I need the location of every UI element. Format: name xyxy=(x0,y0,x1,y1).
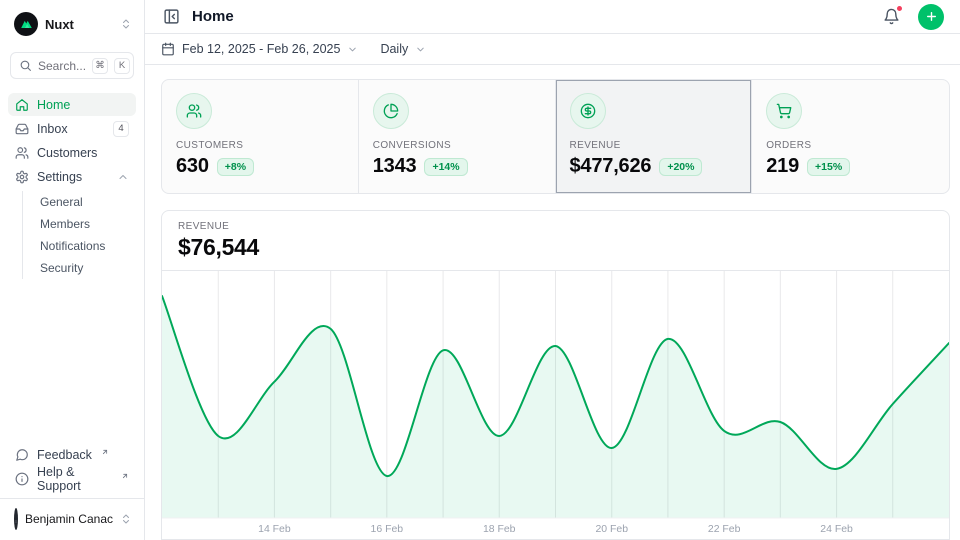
chevron-up-icon xyxy=(117,171,129,183)
kbd-k: K xyxy=(114,58,130,74)
stat-card-orders[interactable]: ORDERS 219 +15% xyxy=(752,80,949,193)
sidebar-item-label: Inbox xyxy=(37,122,68,136)
page-title: Home xyxy=(192,8,871,25)
sidebar-item-label: Settings xyxy=(37,170,82,184)
shopping-cart-icon xyxy=(766,93,802,129)
stat-label: REVENUE xyxy=(570,140,738,151)
gear-icon xyxy=(15,170,29,184)
sidebar-item-security[interactable]: Security xyxy=(34,257,136,279)
dashboard-content: CUSTOMERS 630 +8% CONVERSIONS 1343 +14% xyxy=(145,65,960,540)
revenue-chart-card: REVENUE $76,544 14 Feb 16 Feb 18 Feb 20 Feb… xyxy=(161,210,950,540)
feedback-link[interactable]: Feedback xyxy=(8,443,136,466)
sidebar-item-home[interactable]: Home xyxy=(8,93,136,116)
svg-text:24 Feb: 24 Feb xyxy=(820,524,853,535)
notifications-button[interactable] xyxy=(881,6,902,27)
dollar-circle-icon xyxy=(570,93,606,129)
stats-row: CUSTOMERS 630 +8% CONVERSIONS 1343 +14% xyxy=(161,79,950,194)
inbox-icon xyxy=(15,122,29,136)
add-button[interactable] xyxy=(918,4,944,30)
date-range-value: Feb 12, 2025 - Feb 26, 2025 xyxy=(182,42,340,56)
stat-delta-badge: +8% xyxy=(217,158,254,176)
notification-dot xyxy=(896,5,903,12)
chevron-up-down-icon xyxy=(120,18,132,30)
external-link-icon xyxy=(121,469,129,483)
stat-value: 219 xyxy=(766,155,799,178)
search-icon xyxy=(19,59,32,72)
date-range-picker[interactable]: Feb 12, 2025 - Feb 26, 2025 xyxy=(161,42,358,56)
stat-label: ORDERS xyxy=(766,140,935,151)
settings-subnav: General Members Notifications Security xyxy=(22,191,136,279)
svg-text:14 Feb: 14 Feb xyxy=(258,524,291,535)
sidebar-item-members[interactable]: Members xyxy=(34,213,136,235)
stat-card-customers[interactable]: CUSTOMERS 630 +8% xyxy=(162,80,359,193)
stat-value: 630 xyxy=(176,155,209,178)
user-menu[interactable]: Benjamin Canac xyxy=(0,498,144,540)
sidebar-item-general[interactable]: General xyxy=(34,191,136,213)
chart-metric-label: REVENUE xyxy=(178,221,933,232)
subitem-label: Members xyxy=(40,217,90,231)
calendar-icon xyxy=(161,42,175,56)
message-bubble-icon xyxy=(15,448,29,462)
svg-text:18 Feb: 18 Feb xyxy=(483,524,516,535)
chart-metric-value: $76,544 xyxy=(178,234,933,261)
kbd-cmd: ⌘ xyxy=(92,58,108,74)
stat-delta-badge: +15% xyxy=(807,158,850,176)
user-name: Benjamin Canac xyxy=(25,512,113,526)
stat-label: CONVERSIONS xyxy=(373,140,541,151)
home-icon xyxy=(15,98,29,112)
sidebar-item-settings[interactable]: Settings xyxy=(8,165,136,188)
svg-text:16 Feb: 16 Feb xyxy=(371,524,404,535)
filters-toolbar: Feb 12, 2025 - Feb 26, 2025 Daily xyxy=(145,34,960,65)
collapse-sidebar-button[interactable] xyxy=(161,6,182,27)
sidebar-item-label: Home xyxy=(37,98,70,112)
interval-value: Daily xyxy=(380,42,408,56)
page-header: Home xyxy=(145,0,960,34)
stat-delta-badge: +20% xyxy=(659,158,702,176)
search-input[interactable]: Search... ⌘ K xyxy=(10,52,134,79)
search-placeholder: Search... xyxy=(38,59,86,73)
footer-link-label: Help & Support xyxy=(37,465,112,493)
avatar xyxy=(14,508,18,530)
team-name: Nuxt xyxy=(45,17,113,32)
sidebar-footer: Feedback Help & Support xyxy=(8,443,136,498)
svg-text:22 Feb: 22 Feb xyxy=(708,524,741,535)
sidebar-item-customers[interactable]: Customers xyxy=(8,141,136,164)
panel-left-close-icon xyxy=(163,8,180,25)
chevron-down-icon xyxy=(347,44,358,55)
stat-value: 1343 xyxy=(373,155,417,178)
stat-label: CUSTOMERS xyxy=(176,140,344,151)
stat-value: $477,626 xyxy=(570,155,652,178)
sidebar: Nuxt Search... ⌘ K Home Inbox 4 xyxy=(0,0,145,540)
external-link-icon xyxy=(101,445,109,459)
chart-header: REVENUE $76,544 xyxy=(162,211,949,271)
help-support-link[interactable]: Help & Support xyxy=(8,467,136,490)
sidebar-item-label: Customers xyxy=(37,146,97,160)
plus-icon xyxy=(925,10,938,23)
nuxt-logo-icon xyxy=(14,12,38,36)
team-switcher[interactable]: Nuxt xyxy=(8,10,136,38)
stat-card-revenue[interactable]: REVENUE $477,626 +20% xyxy=(556,80,753,193)
chevron-up-down-icon xyxy=(120,513,132,525)
svg-text:20 Feb: 20 Feb xyxy=(595,524,628,535)
sidebar-item-inbox[interactable]: Inbox 4 xyxy=(8,117,136,140)
users-icon xyxy=(176,93,212,129)
subitem-label: General xyxy=(40,195,83,209)
subitem-label: Notifications xyxy=(40,239,105,253)
chevron-down-icon xyxy=(415,44,426,55)
users-icon xyxy=(15,146,29,160)
main-area: Home Feb 12, 2025 - Feb 26, 2025 Daily xyxy=(145,0,960,540)
pie-chart-icon xyxy=(373,93,409,129)
sidebar-item-notifications[interactable]: Notifications xyxy=(34,235,136,257)
stat-card-conversions[interactable]: CONVERSIONS 1343 +14% xyxy=(359,80,556,193)
sidebar-nav: Home Inbox 4 Customers Settings xyxy=(8,93,136,281)
interval-select[interactable]: Daily xyxy=(380,42,426,56)
footer-link-label: Feedback xyxy=(37,448,92,462)
info-circle-icon xyxy=(15,472,29,486)
stat-delta-badge: +14% xyxy=(424,158,467,176)
subitem-label: Security xyxy=(40,261,83,275)
revenue-area-chart[interactable]: 14 Feb 16 Feb 18 Feb 20 Feb 22 Feb 24 Feb xyxy=(162,271,949,539)
inbox-count-badge: 4 xyxy=(113,121,129,137)
